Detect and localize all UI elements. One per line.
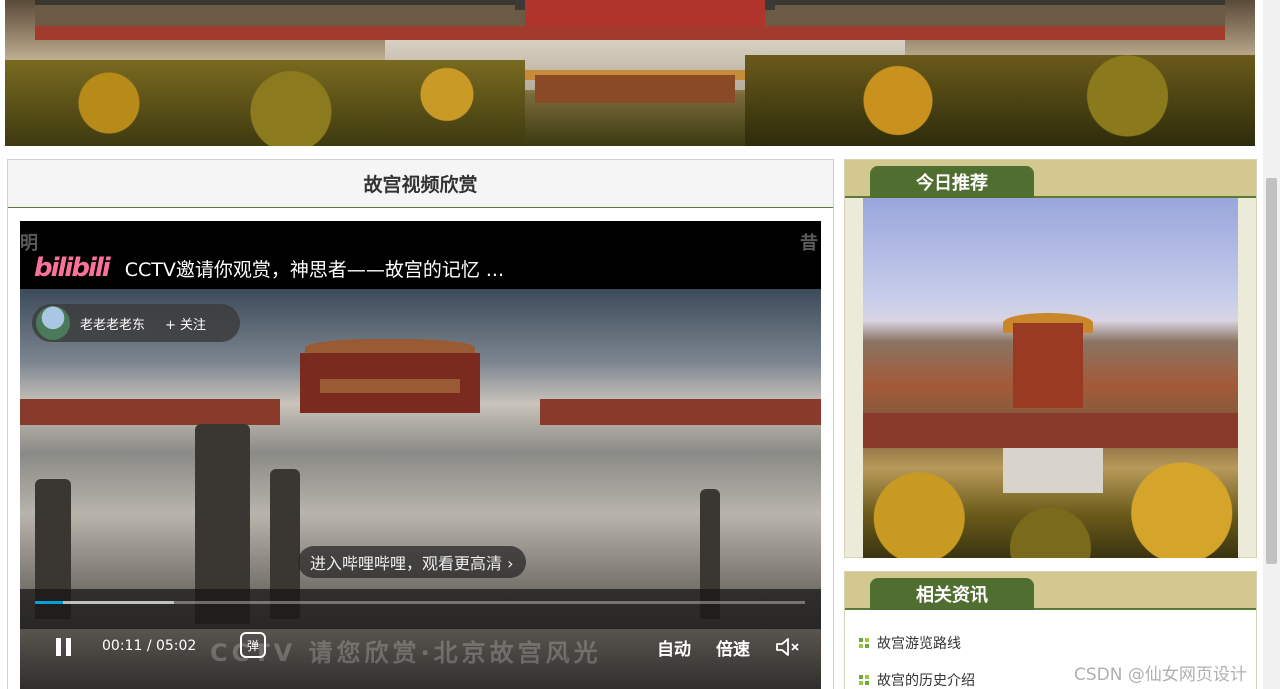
danmaku-toggle-button[interactable]: 弹 — [240, 632, 266, 658]
avatar[interactable] — [36, 306, 70, 340]
recommend-palace-photo[interactable] — [863, 198, 1238, 558]
page-scrollbar[interactable] — [1263, 0, 1280, 689]
video-section-header: 故宫视频欣赏 — [8, 160, 833, 208]
video-corner-text-left: 明 — [20, 233, 38, 254]
news-list: 故宫游览路线 故宫的历史介绍 — [859, 624, 975, 689]
video-corner-text-right: 昔 — [800, 233, 818, 254]
current-time: 00:11 — [102, 638, 143, 654]
danmaku-label: 弹 — [246, 638, 259, 653]
square-bullet-icon — [859, 637, 869, 648]
mute-button[interactable] — [774, 635, 802, 659]
duration: 05:02 — [155, 638, 197, 654]
today-recommend-panel: 今日推荐 — [844, 159, 1257, 558]
news-link[interactable]: 故宫的历史介绍 — [877, 670, 975, 689]
time-separator: / — [146, 638, 152, 654]
pause-button[interactable] — [54, 637, 74, 657]
related-news-tabbar: 相关资讯 — [845, 572, 1256, 610]
list-item[interactable]: 故宫游览路线 — [859, 624, 975, 661]
speed-button[interactable]: 倍速 — [716, 635, 750, 660]
palace-banner-image — [5, 0, 1255, 146]
page: 故宫视频欣赏 明 昔 bilibili CCTV邀请你观赏，神思者——故宫的记忆… — [0, 0, 1280, 689]
progress-bar[interactable] — [35, 601, 805, 604]
tab-related-news[interactable]: 相关资讯 — [870, 578, 1034, 610]
tab-today-recommend[interactable]: 今日推荐 — [870, 166, 1034, 198]
bilibili-video-player[interactable]: 明 昔 bilibili CCTV邀请你观赏，神思者——故宫的记忆 ... 老老… — [20, 221, 821, 689]
scrollbar-thumb[interactable] — [1266, 178, 1277, 564]
player-title-row: bilibili CCTV邀请你观赏，神思者——故宫的记忆 ... — [34, 253, 504, 283]
news-link[interactable]: 故宫游览路线 — [877, 633, 961, 653]
list-item[interactable]: 故宫的历史介绍 — [859, 661, 975, 689]
csdn-watermark: CSDN @仙女网页设计 — [1074, 665, 1247, 685]
quality-button[interactable]: 自动 — [657, 635, 691, 660]
video-watermark-text: CCTV 请您欣赏·北京故宫风光 — [210, 639, 602, 667]
uploader-name[interactable]: 老老老老东 — [80, 314, 145, 333]
progress-played — [35, 601, 63, 604]
open-bilibili-button[interactable]: 进入哔哩哔哩，观看更高清 › — [298, 546, 526, 578]
time-display: 00:11 / 05:02 — [102, 638, 196, 654]
open-bilibili-label: 进入哔哩哔哩，观看更高清 › — [310, 554, 514, 573]
bilibili-logo[interactable]: bilibili — [34, 253, 111, 283]
video-title[interactable]: CCTV邀请你观赏，神思者——故宫的记忆 ... — [125, 255, 504, 282]
video-section-title: 故宫视频欣赏 — [363, 174, 478, 196]
square-bullet-icon — [859, 674, 869, 685]
player-controls: CCTV 请您欣赏·北京故宫风光 00:11 / 05:02 弹 自动 倍速 — [20, 629, 821, 667]
video-section: 故宫视频欣赏 明 昔 bilibili CCTV邀请你观赏，神思者——故宫的记忆… — [7, 159, 834, 689]
today-recommend-tabbar: 今日推荐 — [845, 160, 1256, 198]
uploader-badge: 老老老老东 + 关注 — [32, 304, 240, 342]
follow-button[interactable]: + 关注 — [165, 314, 206, 333]
tab-today-recommend-label: 今日推荐 — [916, 173, 988, 194]
tab-related-news-label: 相关资讯 — [916, 585, 988, 606]
speaker-muted-icon — [776, 638, 799, 656]
